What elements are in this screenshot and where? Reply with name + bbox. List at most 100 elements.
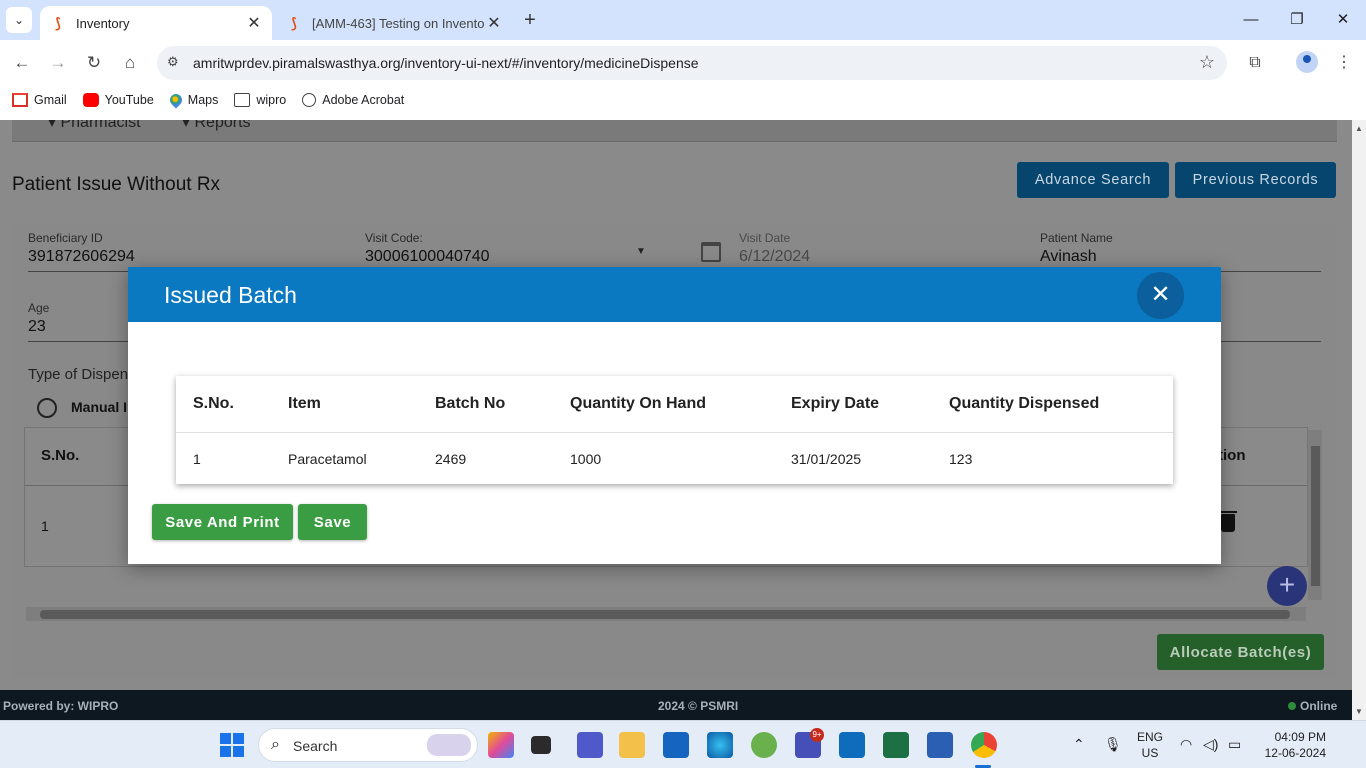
language-indicator[interactable]: ENG US (1136, 729, 1164, 761)
bookmark-youtube[interactable]: YouTube (82, 93, 154, 107)
advance-search-button[interactable]: Advance Search (1017, 162, 1169, 198)
trash-icon[interactable] (1219, 511, 1237, 532)
nav-item-pharmacist[interactable]: ▾ Pharmacist (48, 120, 141, 132)
search-placeholder: Search (293, 738, 338, 754)
issued-batch-dialog: Issued Batch ✕ S.No. Item Batch No Quant… (128, 267, 1221, 564)
outlook-icon[interactable] (839, 732, 865, 758)
home-icon[interactable]: ⌂ (118, 51, 142, 75)
copyright-text: 2024 © PSMRI (658, 699, 739, 713)
table-vertical-scrollbar[interactable] (1308, 430, 1322, 600)
bookmark-adobe-acrobat[interactable]: Adobe Acrobat (302, 93, 404, 107)
manual-radio[interactable] (37, 398, 57, 418)
col-header: Quantity Dispensed (949, 395, 1100, 412)
cell-sno: 1 (193, 451, 201, 467)
task-view-icon[interactable] (531, 736, 551, 754)
clock-date: 12-06-2024 (1264, 746, 1326, 760)
teams-icon[interactable] (577, 732, 603, 758)
table-horizontal-scrollbar[interactable] (26, 607, 1306, 621)
microphone-icon[interactable]: 🎙︎ (1104, 736, 1122, 753)
gmail-icon (12, 93, 28, 107)
cell-quantity-on-hand: 1000 (570, 451, 602, 467)
add-row-button[interactable]: + (1267, 566, 1307, 606)
volume-icon[interactable]: ◁) (1203, 736, 1218, 753)
visit-date-field: Visit Date 6/12/2024 (739, 231, 810, 266)
tab-title: Inventory (76, 15, 130, 31)
type-of-dispense-label: Type of Dispen (28, 366, 129, 383)
copilot-icon[interactable] (488, 732, 514, 758)
tab-inventory[interactable]: ⟆ Inventory ✕ (40, 6, 272, 40)
tray-overflow-icon[interactable]: ⌃ (1073, 736, 1085, 753)
allocate-batches-button[interactable]: Allocate Batch(es) (1157, 634, 1324, 670)
calendar-icon[interactable] (701, 242, 721, 262)
address-bar[interactable]: ⚙ amritwprdev.piramalswasthya.org/invent… (157, 46, 1227, 80)
dropdown-arrow-icon[interactable]: ▼ (636, 246, 646, 257)
extensions-icon[interactable]: ⧉ (1243, 51, 1267, 75)
tab-search-button[interactable]: ⌄ (6, 7, 32, 33)
wifi-icon[interactable]: ◠ (1180, 736, 1192, 753)
windows-start-icon[interactable] (220, 733, 244, 757)
previous-records-button[interactable]: Previous Records (1175, 162, 1336, 198)
bookmark-gmail[interactable]: Gmail (12, 93, 67, 107)
new-tab-button[interactable]: + (518, 8, 542, 32)
close-window-button[interactable]: ✕ (1320, 0, 1366, 40)
col-header: Quantity On Hand (570, 395, 706, 412)
tab-strip: ⌄ ⟆ Inventory ✕ ⟆ [AMM-463] Testing on I… (0, 0, 1366, 40)
reload-icon[interactable]: ↻ (82, 51, 106, 75)
system-clock[interactable]: 04:09 PM 12-06-2024 (1256, 729, 1326, 761)
field-label: Visit Code: (365, 231, 423, 245)
url-text[interactable]: amritwprdev.piramalswasthya.org/inventor… (193, 55, 699, 71)
excel-icon[interactable] (883, 732, 909, 758)
nav-item-reports[interactable]: ▾ Reports (182, 120, 251, 132)
bookmark-wipro[interactable]: wipro (234, 93, 286, 107)
tab-close-icon[interactable]: ✕ (244, 13, 264, 33)
back-icon[interactable]: ← (10, 51, 34, 75)
beneficiary-id-field[interactable]: Beneficiary ID 391872606294 (28, 231, 338, 272)
save-and-print-button[interactable]: Save And Print (152, 504, 293, 540)
battery-icon[interactable]: ▭ (1228, 736, 1241, 753)
app-footer: Powered by: WIPRO 2024 © PSMRI Online (0, 690, 1352, 720)
menu-icon[interactable]: ⋮ (1332, 51, 1356, 75)
chrome-icon[interactable] (971, 732, 997, 758)
page-title: Patient Issue Without Rx (12, 174, 221, 195)
scroll-up-icon[interactable]: ▲ (1355, 124, 1363, 133)
close-icon[interactable]: ✕ (1137, 272, 1184, 319)
notification-badge: 9+ (810, 728, 824, 742)
file-explorer-icon[interactable] (619, 732, 645, 758)
dialog-title: Issued Batch (164, 282, 297, 308)
taskbar-search[interactable]: ⌕ Search (258, 728, 478, 762)
status-dot-icon (1288, 702, 1296, 710)
manual-radio-label: Manual I (71, 399, 128, 415)
patient-name-field[interactable]: Patient Name Avinash (1040, 231, 1321, 272)
header-sno: S.No. (41, 447, 80, 464)
age-field[interactable]: Age 23 (28, 301, 49, 336)
visit-code-field[interactable]: Visit Code: 30006100040740 (365, 231, 655, 272)
search-icon: ⌕ (271, 736, 280, 753)
edge-icon[interactable] (707, 732, 733, 758)
online-status: Online (1288, 699, 1337, 713)
star-icon[interactable]: ☆ (1199, 52, 1215, 73)
bookmark-maps[interactable]: Maps (167, 91, 218, 109)
cell-batch-no: 2469 (435, 451, 467, 467)
forward-icon[interactable]: → (46, 51, 70, 75)
profile-icon[interactable] (1296, 51, 1318, 73)
site-info-icon[interactable]: ⚙ (167, 54, 179, 70)
app-nav: ▾ Pharmacist ▾ Reports (12, 120, 1337, 142)
app-icon[interactable] (751, 732, 777, 758)
word-icon[interactable] (927, 732, 953, 758)
col-header: Item (288, 395, 321, 412)
field-value: Avinash (1040, 248, 1097, 265)
minimize-button[interactable]: — (1228, 0, 1274, 40)
globe-icon (302, 93, 317, 107)
tab-close-icon[interactable]: ✕ (484, 13, 504, 33)
restore-button[interactable]: ❐ (1274, 0, 1320, 40)
language-text: ENG (1136, 730, 1163, 744)
cell-quantity-dispensed: 123 (949, 451, 973, 467)
page-scrollbar[interactable]: ▲ ▼ (1352, 120, 1366, 720)
store-icon[interactable] (663, 732, 689, 758)
save-button[interactable]: Save (298, 504, 367, 540)
bookmark-label: Adobe Acrobat (322, 93, 405, 107)
site-favicon-icon: ⟆ (291, 15, 297, 31)
windows-taskbar: ⌕ Search 9+ ⌃ 🎙︎ ENG US ◠ ◁) ▭ 04:09 PM … (0, 720, 1366, 768)
scroll-down-icon[interactable]: ▼ (1355, 707, 1363, 716)
tab-amm-463[interactable]: ⟆ [AMM-463] Testing on Inventory ✕ (276, 6, 512, 40)
